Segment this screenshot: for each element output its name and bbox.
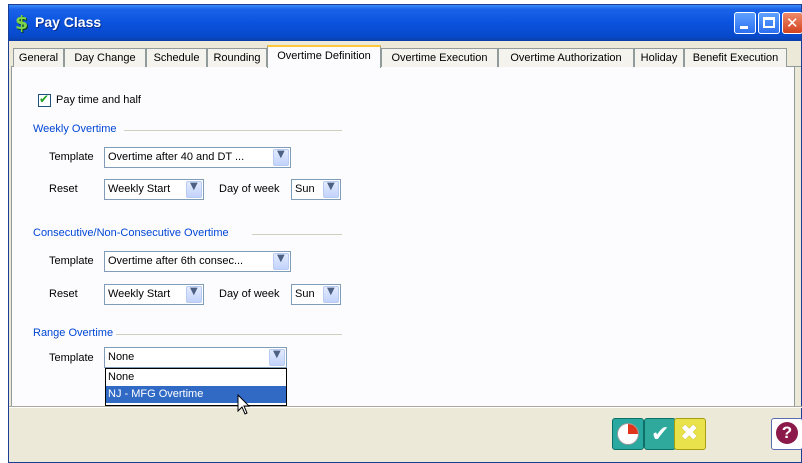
close-icon: ✕: [786, 14, 799, 32]
consecutive-day-of-week-value: Sun: [295, 288, 315, 300]
help-icon: ?: [776, 422, 798, 444]
range-overtime-divider: [116, 334, 342, 335]
range-template-select[interactable]: None ▼: [104, 347, 287, 368]
tab-general[interactable]: General: [13, 48, 64, 67]
dropdown-option-nj-mfg-overtime[interactable]: NJ - MFG Overtime: [106, 386, 286, 403]
weekly-template-label: Template: [49, 151, 94, 163]
minimize-button[interactable]: [734, 12, 756, 34]
checkmark-icon: ✔: [39, 92, 50, 106]
chevron-down-icon[interactable]: ▼: [269, 349, 285, 366]
weekly-reset-select[interactable]: Weekly Start ▼: [104, 179, 204, 200]
consecutive-template-value: Overtime after 6th consec...: [108, 255, 244, 267]
consecutive-template-label: Template: [49, 255, 94, 267]
maximize-icon: [763, 17, 775, 28]
weekly-reset-label: Reset: [49, 183, 78, 195]
chevron-down-icon[interactable]: ▼: [186, 286, 202, 303]
checkmark-icon: ✔: [651, 422, 670, 447]
weekly-overtime-divider: [124, 130, 342, 131]
pay-time-and-half-label: Pay time and half: [56, 94, 141, 106]
chevron-down-icon[interactable]: ▼: [273, 149, 289, 166]
cancel-x-icon: ✖: [680, 421, 699, 446]
pay-class-window: $ Pay Class ✕ General Day Change Schedul…: [8, 4, 802, 463]
range-overtime-title: Range Overtime: [33, 327, 114, 339]
chevron-down-icon[interactable]: ▼: [323, 286, 339, 303]
tab-benefit-execution[interactable]: Benefit Execution: [684, 48, 787, 67]
tab-rounding[interactable]: Rounding: [207, 48, 267, 67]
tab-strip: General Day Change Schedule Rounding Ove…: [11, 45, 801, 68]
weekly-day-of-week-label: Day of week: [219, 183, 280, 195]
chevron-down-icon[interactable]: ▼: [273, 253, 289, 270]
tab-overtime-execution[interactable]: Overtime Execution: [381, 48, 498, 67]
help-button[interactable]: ?: [771, 418, 802, 450]
dollar-icon: $: [15, 12, 29, 34]
ok-button[interactable]: ✔: [644, 418, 676, 450]
cancel-button[interactable]: ✖: [674, 418, 706, 450]
chevron-down-icon[interactable]: ▼: [186, 181, 202, 198]
tab-overtime-authorization[interactable]: Overtime Authorization: [498, 48, 634, 67]
tab-schedule[interactable]: Schedule: [146, 48, 207, 67]
minimize-icon: [740, 26, 748, 29]
dropdown-option-none[interactable]: None: [106, 369, 286, 386]
consecutive-overtime-title: Consecutive/Non-Consecutive Overtime: [33, 227, 229, 239]
weekly-reset-value: Weekly Start: [108, 183, 171, 195]
tab-holiday[interactable]: Holiday: [634, 48, 684, 67]
clock-button[interactable]: [612, 418, 644, 450]
range-template-dropdown-list: None NJ - MFG Overtime: [105, 368, 287, 406]
weekly-day-of-week-select[interactable]: Sun ▼: [291, 179, 341, 200]
window-title: Pay Class: [35, 14, 102, 30]
weekly-template-select[interactable]: Overtime after 40 and DT ... ▼: [104, 147, 291, 168]
clock-icon: [617, 423, 639, 445]
title-bar[interactable]: $ Pay Class ✕: [9, 5, 802, 41]
weekly-overtime-title: Weekly Overtime: [33, 123, 117, 135]
maximize-button[interactable]: [758, 12, 780, 34]
consecutive-reset-select[interactable]: Weekly Start ▼: [104, 284, 204, 305]
tab-overtime-definition[interactable]: Overtime Definition: [267, 45, 381, 68]
weekly-day-of-week-value: Sun: [295, 183, 315, 195]
mouse-pointer-icon: [237, 394, 251, 415]
consecutive-overtime-divider: [252, 234, 342, 235]
weekly-template-value: Overtime after 40 and DT ...: [108, 151, 245, 163]
consecutive-day-of-week-label: Day of week: [219, 288, 280, 300]
close-button[interactable]: ✕: [782, 12, 802, 34]
consecutive-reset-value: Weekly Start: [108, 288, 171, 300]
consecutive-day-of-week-select[interactable]: Sun ▼: [291, 284, 341, 305]
consecutive-template-select[interactable]: Overtime after 6th consec... ▼: [104, 251, 291, 272]
chevron-down-icon[interactable]: ▼: [323, 181, 339, 198]
footer-divider: [9, 406, 802, 408]
tab-day-change[interactable]: Day Change: [64, 48, 146, 67]
range-template-label: Template: [49, 352, 94, 364]
range-template-value: None: [108, 351, 135, 363]
consecutive-reset-label: Reset: [49, 288, 78, 300]
pay-time-and-half-checkbox[interactable]: ✔: [38, 92, 51, 107]
